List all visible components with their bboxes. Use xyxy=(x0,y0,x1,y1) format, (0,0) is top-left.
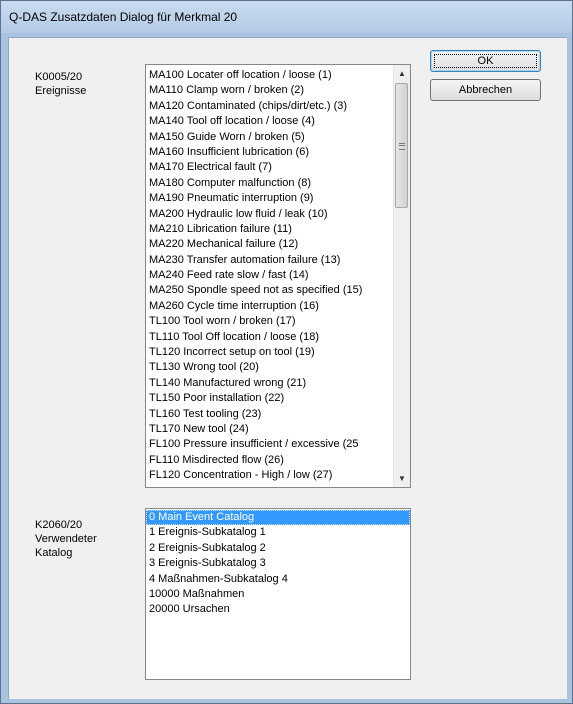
catalog-list-item[interactable]: 20000 Ursachen xyxy=(146,602,410,617)
scroll-grip-icon xyxy=(399,143,405,150)
scroll-down-arrow-icon[interactable]: ▼ xyxy=(394,470,410,487)
event-list-item[interactable]: TL170 New tool (24) xyxy=(146,422,410,437)
event-list-item[interactable]: MA110 Clamp worn / broken (2) xyxy=(146,83,410,98)
catalog-list-item[interactable]: 0 Main Event Catalog xyxy=(146,510,410,526)
catalog-list-item[interactable]: 4 Maßnahmen-Subkatalog 4 xyxy=(146,572,410,587)
events-field-code: K0005/20 xyxy=(35,71,83,83)
event-list-item[interactable]: TL130 Wrong tool (20) xyxy=(146,360,410,375)
scroll-thumb[interactable] xyxy=(395,83,408,208)
catalog-list-item[interactable]: 1 Ereignis-Subkatalog 1 xyxy=(146,525,410,540)
focus-rectangle xyxy=(434,54,537,68)
event-list-item[interactable]: TL150 Poor installation (22) xyxy=(146,391,410,406)
event-list-item[interactable]: MA100 Locater off location / loose (1) xyxy=(146,68,410,83)
event-list-item[interactable]: FL110 Misdirected flow (26) xyxy=(146,453,410,468)
catalog-field-code: K2060/20 xyxy=(35,519,83,531)
window-title: Q-DAS Zusatzdaten Dialog für Merkmal 20 xyxy=(9,10,238,24)
event-list-item[interactable]: MA260 Cycle time interruption (16) xyxy=(146,299,410,314)
event-list-item[interactable]: MA140 Tool off location / loose (4) xyxy=(146,114,410,129)
event-list-item[interactable]: TL140 Manufactured wrong (21) xyxy=(146,376,410,391)
catalog-field-label-line2: Katalog xyxy=(35,547,73,559)
event-list-item[interactable]: FL100 Pressure insufficient / excessive … xyxy=(146,437,410,452)
event-list-item[interactable]: MA170 Electrical fault (7) xyxy=(146,160,410,175)
catalog-field-label-line1: Verwendeter xyxy=(35,533,97,545)
catalog-list: 0 Main Event Catalog 1 Ereignis-Subkatalo… xyxy=(146,509,410,618)
event-list-item[interactable]: MA180 Computer malfunction (8) xyxy=(146,176,410,191)
catalog-list-item[interactable]: 3 Ereignis-Subkatalog 3 xyxy=(146,556,410,571)
event-list-item[interactable]: MA200 Hydraulic low fluid / leak (10) xyxy=(146,207,410,222)
event-list-item[interactable]: FL120 Concentration - High / low (27) xyxy=(146,468,410,483)
event-list-item[interactable]: MA160 Insufficient lubrication (6) xyxy=(146,145,410,160)
cancel-button-label: Abbrechen xyxy=(458,84,513,96)
event-list-item[interactable]: MA190 Pneumatic interruption (9) xyxy=(146,191,410,206)
event-list-item[interactable]: TL100 Tool worn / broken (17) xyxy=(146,314,410,329)
event-list-item[interactable]: MA210 Librication failure (11) xyxy=(146,222,410,237)
event-list-item[interactable]: TL160 Test tooling (23) xyxy=(146,407,410,422)
catalog-listbox[interactable]: 0 Main Event Catalog 1 Ereignis-Subkatalo… xyxy=(145,508,411,680)
dialog-window: Q-DAS Zusatzdaten Dialog für Merkmal 20 … xyxy=(0,0,573,704)
catalog-list-item[interactable]: 2 Ereignis-Subkatalog 2 xyxy=(146,541,410,556)
title-bar[interactable]: Q-DAS Zusatzdaten Dialog für Merkmal 20 xyxy=(1,1,572,33)
event-list-item[interactable]: MA250 Spondle speed not as specified (15… xyxy=(146,283,410,298)
event-list-item[interactable]: MA220 Mechanical failure (12) xyxy=(146,237,410,252)
events-listbox[interactable]: MA100 Locater off location / loose (1) MA… xyxy=(145,64,411,488)
event-list-item[interactable]: TL120 Incorrect setup on tool (19) xyxy=(146,345,410,360)
event-list-item[interactable]: TL110 Tool Off location / loose (18) xyxy=(146,330,410,345)
events-list: MA100 Locater off location / loose (1) MA… xyxy=(146,65,410,484)
dialog-client-area: K0005/20 Ereignisse MA100 Locater off lo… xyxy=(8,37,567,699)
event-list-item[interactable]: MA240 Feed rate slow / fast (14) xyxy=(146,268,410,283)
events-scrollbar[interactable]: ▲ ▼ xyxy=(393,65,410,487)
event-list-item[interactable]: MA150 Guide Worn / broken (5) xyxy=(146,130,410,145)
event-list-item[interactable]: MA120 Contaminated (chips/dirt/etc.) (3) xyxy=(146,99,410,114)
scroll-up-arrow-icon[interactable]: ▲ xyxy=(394,65,410,82)
event-list-item[interactable]: MA230 Transfer automation failure (13) xyxy=(146,253,410,268)
catalog-list-item[interactable]: 10000 Maßnahmen xyxy=(146,587,410,602)
cancel-button[interactable]: Abbrechen xyxy=(430,79,541,101)
ok-button[interactable]: OK xyxy=(430,50,541,72)
events-field-label: Ereignisse xyxy=(35,85,87,97)
